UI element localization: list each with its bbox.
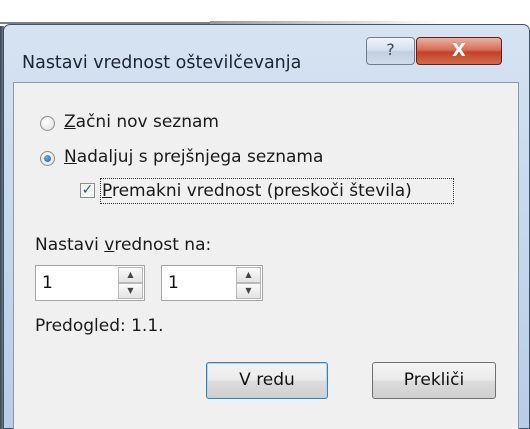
close-icon: X [452, 40, 466, 61]
help-button[interactable]: ? [366, 37, 415, 65]
spin-down-button[interactable]: ▼ [236, 283, 261, 299]
level2-value-spinner[interactable]: 1 ▲ ▼ [161, 265, 263, 301]
label-text: ačni nov seznam [75, 112, 219, 132]
arrow-up-icon: ▲ [245, 270, 252, 279]
level2-value[interactable]: 1 [168, 273, 179, 293]
arrow-down-icon: ▼ [245, 286, 252, 295]
help-icon: ? [386, 40, 395, 59]
arrow-down-icon: ▼ [127, 286, 134, 295]
label-text: remakni vrednost (preskoči števila) [111, 181, 412, 201]
close-button[interactable]: X [416, 37, 502, 65]
arrow-up-icon: ▲ [127, 270, 134, 279]
label-text: rednost na: [114, 235, 212, 255]
label-text: Nastavi [35, 235, 105, 255]
background-window-strip [0, 0, 530, 26]
radio-start-new-list[interactable] [40, 116, 55, 131]
accel-key: N [64, 147, 77, 167]
level1-value-spinner[interactable]: 1 ▲ ▼ [35, 265, 145, 301]
radio-continue-previous-list-label[interactable]: Nadaljuj s prejšnjega seznama [64, 147, 323, 167]
checkmark-icon: ✓ [81, 182, 94, 198]
spin-down-button[interactable]: ▼ [118, 283, 143, 299]
preview-text: Predogled: 1.1. [35, 316, 164, 336]
dialog-title: Nastavi vrednost oštevilčevanja [22, 53, 302, 73]
spin-up-button[interactable]: ▲ [118, 267, 143, 283]
accel-key: Z [64, 112, 76, 132]
level1-value[interactable]: 1 [42, 273, 53, 293]
cancel-button[interactable]: Prekliči [372, 362, 496, 399]
spin-up-button[interactable]: ▲ [236, 267, 261, 283]
ok-button[interactable]: V redu [206, 362, 328, 399]
checkbox-advance-value[interactable]: ✓ [80, 183, 95, 198]
set-value-label: Nastavi vrednost na: [35, 235, 211, 255]
radio-continue-previous-list[interactable] [40, 151, 55, 166]
accel-key: v [104, 235, 115, 255]
accel-key: P [102, 181, 112, 201]
label-text: adaljuj s prejšnjega seznama [76, 147, 324, 167]
checkbox-advance-value-label[interactable]: Premakni vrednost (preskoči števila) [102, 181, 412, 201]
spinner-buttons: ▲ ▼ [236, 267, 261, 299]
radio-start-new-list-label[interactable]: Začni nov seznam [64, 112, 219, 132]
spinner-buttons: ▲ ▼ [118, 267, 143, 299]
